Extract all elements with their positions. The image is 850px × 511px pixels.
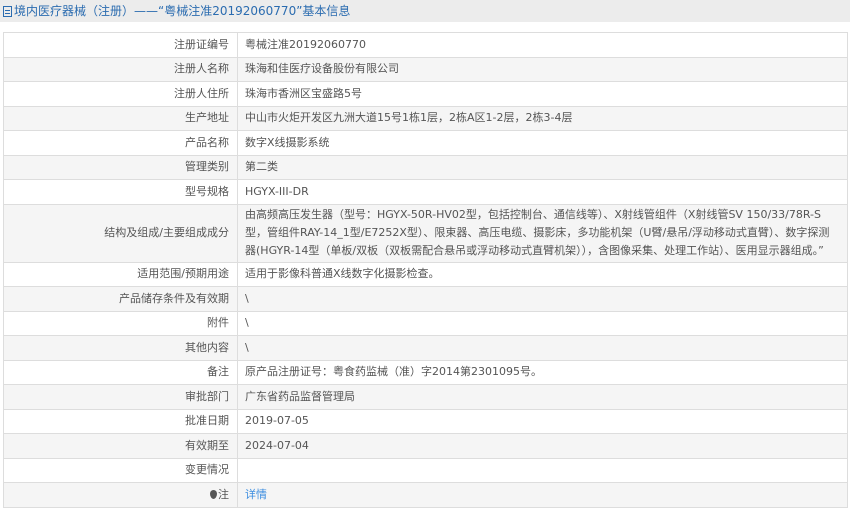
table-row: 产品储存条件及有效期 \ — [3, 286, 848, 312]
field-label-text: 批准日期 — [185, 414, 229, 428]
table-row: 注册人住所 珠海市香洲区宝盛路5号 — [3, 81, 848, 107]
field-value: 粤械注准20192060770 — [237, 32, 848, 58]
field-label-text: 变更情况 — [185, 463, 229, 477]
field-value: 第二类 — [237, 154, 848, 180]
page-title: 境内医疗器械（注册）——“粤械注准20192060770”基本信息 — [14, 3, 351, 18]
field-label-text: 管理类别 — [185, 160, 229, 174]
table-row: 产品名称 数字X线摄影系统 — [3, 130, 848, 156]
table-row: 其他内容 \ — [3, 335, 848, 361]
field-value: 中山市火炬开发区九洲大道15号1栋1层，2栋A区1-2层，2栋3-4层 — [237, 105, 848, 131]
field-label: 其他内容 — [3, 335, 238, 361]
field-label: 注册证编号 — [3, 32, 238, 58]
table-row: 注册证编号 粤械注准20192060770 — [3, 32, 848, 58]
table-row: 批准日期 2019-07-05 — [3, 408, 848, 434]
field-label-text: 注册证编号 — [174, 37, 229, 51]
table-row: 型号规格 HGYX-III-DR — [3, 179, 848, 205]
field-label: 型号规格 — [3, 179, 238, 205]
field-label-text: 注 — [218, 487, 229, 501]
table-row: 管理类别 第二类 — [3, 154, 848, 180]
details-link[interactable]: 详情 — [245, 488, 267, 501]
table-row: 备注 原产品注册证号：粤食药监械（准）字2014第2301095号。 — [3, 359, 848, 385]
table-row: 变更情况 — [3, 457, 848, 483]
field-label-text: 附件 — [207, 316, 229, 330]
info-table: 注册证编号 粤械注准20192060770 注册人名称 珠海和佳医疗设备股份有限公司注… — [3, 32, 848, 508]
field-label: 审批部门 — [3, 384, 238, 410]
field-value: \ — [237, 335, 848, 361]
field-label-text: 产品名称 — [185, 135, 229, 149]
field-label: 有效期至 — [3, 433, 238, 459]
field-label: 产品储存条件及有效期 — [3, 286, 238, 312]
field-label-text: 其他内容 — [185, 340, 229, 354]
field-label: 产品名称 — [3, 130, 238, 156]
table-row: 注册人名称 珠海和佳医疗设备股份有限公司 — [3, 56, 848, 82]
field-value: 珠海市香洲区宝盛路5号 — [237, 81, 848, 107]
field-value: 2024-07-04 — [237, 433, 848, 459]
pin-icon — [210, 489, 217, 499]
table-row: 注 详情 — [3, 482, 848, 508]
table-row: 有效期至 2024-07-04 — [3, 433, 848, 459]
field-label: 变更情况 — [3, 457, 238, 483]
field-label-text: 生产地址 — [185, 111, 229, 125]
table-row: 适用范围/预期用途 适用于影像科普通X线数字化摄影检查。 — [3, 261, 848, 287]
field-value: 适用于影像科普通X线数字化摄影检查。 — [237, 261, 848, 287]
field-value: 详情 — [237, 482, 848, 508]
table-row: 结构及组成/主要组成成分 由高频高压发生器（型号：HGYX-50R-HV02型，包… — [3, 203, 848, 263]
field-label-text: 适用范围/预期用途 — [137, 267, 229, 281]
field-label: 备注 — [3, 359, 238, 385]
field-value — [237, 457, 848, 483]
field-value: 2019-07-05 — [237, 408, 848, 434]
table-row: 附件 \ — [3, 310, 848, 336]
field-label: 附件 — [3, 310, 238, 336]
field-label: 适用范围/预期用途 — [3, 261, 238, 287]
field-label: 注 — [3, 482, 238, 508]
table-row: 生产地址 中山市火炬开发区九洲大道15号1栋1层，2栋A区1-2层，2栋3-4层 — [3, 105, 848, 131]
field-label-text: 备注 — [207, 365, 229, 379]
field-label-text: 结构及组成/主要组成成分 — [104, 226, 229, 239]
field-value: 原产品注册证号：粤食药监械（准）字2014第2301095号。 — [237, 359, 848, 385]
field-label: 管理类别 — [3, 154, 238, 180]
page-header: 境内医疗器械（注册）——“粤械注准20192060770”基本信息 — [0, 0, 850, 22]
field-value: 由高频高压发生器（型号：HGYX-50R-HV02型，包括控制台、通信线等）、X… — [237, 203, 848, 263]
field-label: 注册人住所 — [3, 81, 238, 107]
table-row: 审批部门 广东省药品监督管理局 — [3, 384, 848, 410]
field-value: HGYX-III-DR — [237, 179, 848, 205]
field-value: \ — [237, 310, 848, 336]
field-label-text: 注册人名称 — [174, 62, 229, 76]
field-label-text: 产品储存条件及有效期 — [119, 291, 229, 305]
field-label-text: 审批部门 — [185, 389, 229, 403]
document-icon — [3, 5, 12, 17]
field-label-text: 注册人住所 — [174, 86, 229, 100]
field-value: \ — [237, 286, 848, 312]
field-label-text: 型号规格 — [185, 184, 229, 198]
field-label-text: 有效期至 — [185, 438, 229, 452]
field-label: 结构及组成/主要组成成分 — [3, 203, 238, 263]
field-value: 珠海和佳医疗设备股份有限公司 — [237, 56, 848, 82]
field-label: 生产地址 — [3, 105, 238, 131]
field-value: 广东省药品监督管理局 — [237, 384, 848, 410]
field-value: 数字X线摄影系统 — [237, 130, 848, 156]
field-label: 注册人名称 — [3, 56, 238, 82]
field-label: 批准日期 — [3, 408, 238, 434]
